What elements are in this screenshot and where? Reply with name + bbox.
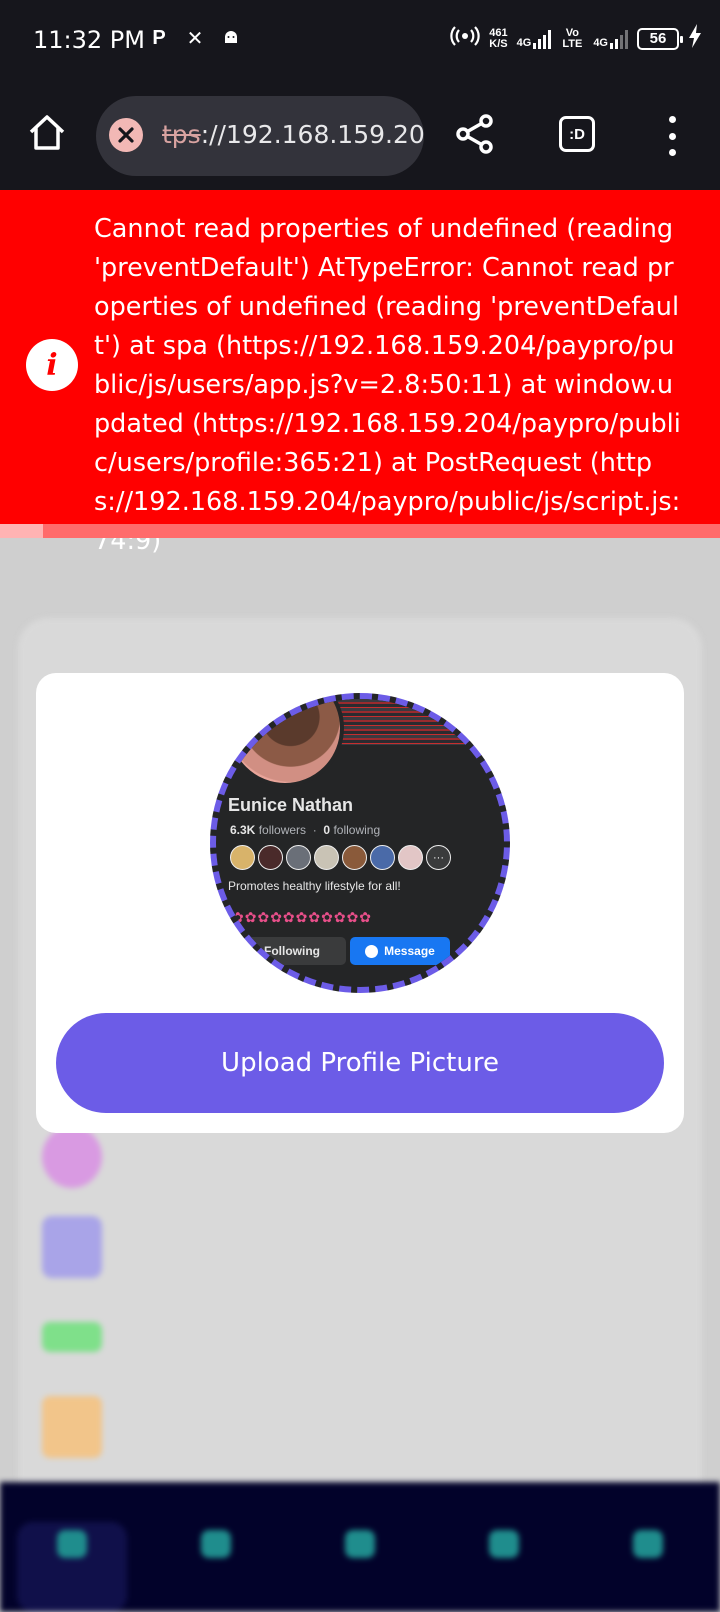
background-row-icon bbox=[42, 1216, 102, 1278]
messenger-icon bbox=[365, 944, 379, 958]
error-message: Cannot read properties of undefined (rea… bbox=[94, 214, 681, 556]
toast-progress-fill bbox=[0, 524, 44, 538]
battery-icon: 56 bbox=[637, 27, 683, 50]
friend-avatars: ··· bbox=[230, 845, 451, 870]
x-app-icon: ✕ bbox=[186, 27, 204, 50]
system-status-icons: 461 K/S 4G Vo LTE 4G 56 bbox=[450, 24, 702, 53]
address-bar[interactable]: tps://192.168.159.204 bbox=[96, 96, 424, 176]
more-icon: ··· bbox=[426, 845, 451, 870]
volte-label: Vo LTE bbox=[562, 26, 583, 50]
following-button: Following bbox=[238, 937, 346, 965]
nav-item[interactable] bbox=[305, 1530, 415, 1612]
friend-avatar bbox=[314, 845, 339, 870]
home-icon bbox=[29, 115, 65, 150]
preview-stats: 6.3K followers · 0 following bbox=[230, 823, 381, 837]
friend-avatar bbox=[342, 845, 367, 870]
profile-picture-modal: Eunice Nathan 6.3K followers · 0 followi… bbox=[36, 673, 684, 1133]
message-button: Message bbox=[350, 937, 450, 965]
cover-photo bbox=[334, 699, 504, 745]
friend-avatar bbox=[286, 845, 311, 870]
insecure-connection-icon[interactable] bbox=[109, 118, 143, 152]
nav-item[interactable] bbox=[449, 1530, 559, 1612]
preview-bio: Promotes healthy lifestyle for all! bbox=[228, 879, 401, 893]
preview-name: Eunice Nathan bbox=[228, 795, 354, 815]
friend-avatar bbox=[370, 845, 395, 870]
status-bar: 11:32 PM P ✕ 461 K/S 4G Vo LTE 4G 56 bbox=[0, 0, 720, 82]
signal-2: 4G bbox=[593, 29, 628, 49]
friend-avatar bbox=[398, 845, 423, 870]
profile-photo bbox=[226, 699, 344, 787]
dot-icon bbox=[668, 116, 676, 123]
background-row-icon bbox=[42, 1396, 102, 1458]
more-menu-button[interactable] bbox=[660, 116, 684, 156]
nav-icon bbox=[57, 1530, 87, 1558]
toast-progress-bar bbox=[0, 524, 720, 538]
share-button[interactable] bbox=[453, 112, 497, 156]
friend-avatar bbox=[230, 845, 255, 870]
upload-profile-picture-button[interactable]: Upload Profile Picture bbox=[56, 1013, 664, 1113]
info-icon: i bbox=[26, 339, 78, 391]
dot-icon bbox=[668, 149, 676, 156]
signal-bars-icon bbox=[610, 29, 628, 49]
background-row bbox=[36, 1388, 686, 1468]
charging-icon bbox=[688, 24, 702, 53]
signal-bars-icon bbox=[533, 29, 552, 49]
tabs-button[interactable]: :D bbox=[559, 116, 595, 152]
url-text: tps://192.168.159.204 bbox=[162, 120, 424, 149]
nav-icon bbox=[201, 1530, 231, 1558]
android-icon bbox=[220, 26, 242, 50]
error-toast: i Cannot read properties of undefined (r… bbox=[0, 190, 720, 556]
browser-toolbar: tps://192.168.159.204 :D bbox=[0, 82, 720, 190]
friend-avatar bbox=[258, 845, 283, 870]
hotspot-icon bbox=[450, 24, 480, 53]
nav-item[interactable] bbox=[593, 1530, 703, 1612]
flower-emoji-row: ✿✿✿✿✿✿✿✿✿✿✿ bbox=[232, 909, 373, 925]
nav-item[interactable] bbox=[17, 1522, 127, 1612]
background-row-icon bbox=[42, 1126, 102, 1188]
status-time: 11:32 PM bbox=[33, 26, 145, 54]
profile-picture-preview[interactable]: Eunice Nathan 6.3K followers · 0 followi… bbox=[210, 693, 510, 993]
home-button[interactable] bbox=[26, 112, 68, 154]
paytm-icon: P bbox=[152, 26, 166, 49]
bottom-navigation bbox=[0, 1482, 720, 1612]
background-row bbox=[36, 1298, 686, 1378]
share-icon bbox=[456, 114, 493, 154]
notification-icons: P ✕ bbox=[148, 26, 242, 50]
background-row-icon bbox=[42, 1322, 102, 1352]
nav-item[interactable] bbox=[161, 1530, 271, 1612]
background-row bbox=[36, 1208, 686, 1288]
network-speed: 461 K/S bbox=[489, 26, 508, 50]
dot-icon bbox=[668, 132, 676, 140]
signal-1: 4G bbox=[517, 29, 552, 49]
nav-icon bbox=[489, 1530, 519, 1558]
nav-icon bbox=[345, 1530, 375, 1558]
nav-icon bbox=[633, 1530, 663, 1558]
